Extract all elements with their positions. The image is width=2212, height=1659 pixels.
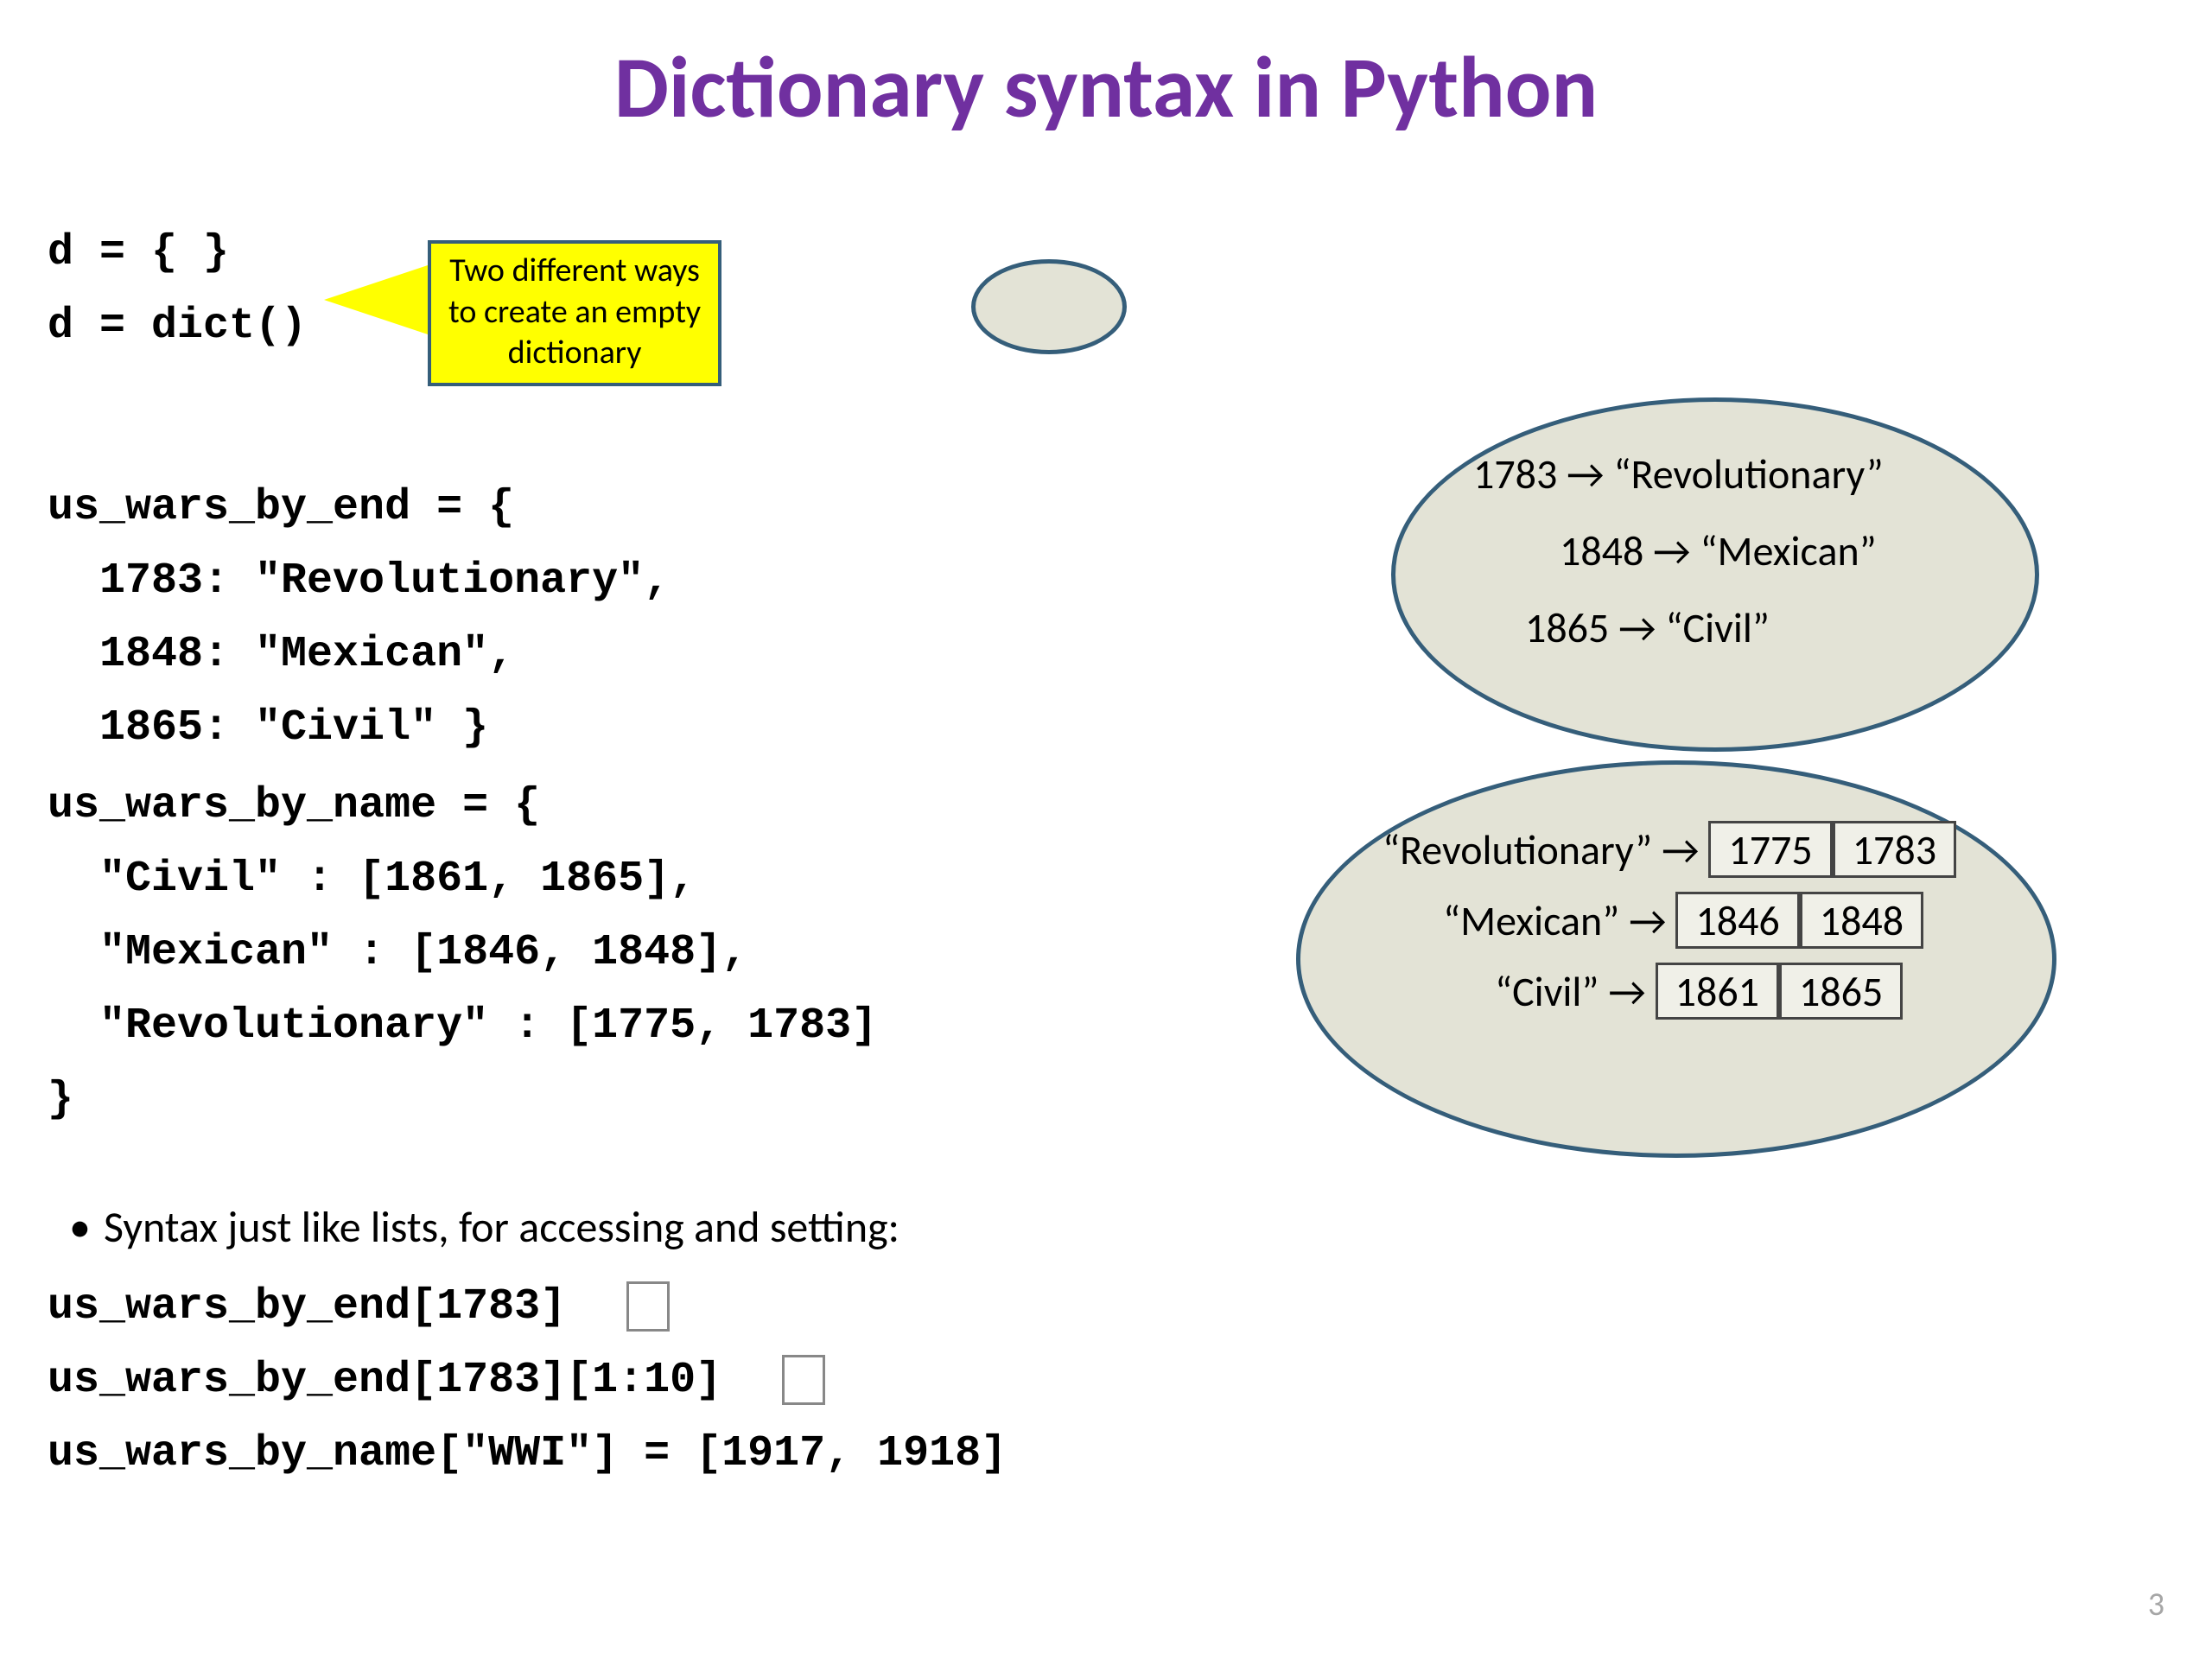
thought-bubble-small [971, 259, 1127, 354]
thought-row: 1865 → “Civil” [1473, 590, 1884, 667]
code-line: us_wars_by_name["WWI"] = [1917, 1918] [48, 1417, 1007, 1491]
list-cell: 1848 [1800, 892, 1923, 949]
code-line: us_wars_by_end[1783] [48, 1270, 1007, 1344]
code-line: 1865: "Civil" } [48, 691, 670, 765]
thought-row: “Revolutionary” → 17751783 [1382, 821, 1956, 878]
thought-bubble-by-end: 1783 → “Revolutionary” 1848 → “Mexican” … [1391, 397, 2039, 752]
callout-line: dictionary [448, 333, 701, 374]
callout-line: to create an empty [448, 292, 701, 334]
thought-row: “Mexican” → 18461848 [1382, 892, 1956, 949]
list-cell: 1775 [1708, 821, 1832, 878]
slide-title: Dictionary syntax in Python [0, 35, 2212, 140]
code-by-name: us_wars_by_name = { "Civil" : [1861, 186… [48, 769, 877, 1136]
callout-line: Two different ways [448, 251, 701, 292]
code-by-end: us_wars_by_end = { 1783: "Revolutionary"… [48, 471, 670, 765]
thought-row: “Civil” → 18611865 [1382, 963, 1956, 1020]
code-line: us_wars_by_end[1783][1:10] [48, 1344, 1007, 1417]
code-line: d = { } [48, 216, 307, 289]
thought-row: 1848 → “Mexican” [1473, 513, 1884, 590]
list-cell: 1861 [1656, 963, 1779, 1020]
callout-arrow-icon [324, 265, 428, 334]
list-cell: 1865 [1779, 963, 1903, 1020]
code-line: d = dict() [48, 289, 307, 363]
result-placeholder-icon [782, 1355, 825, 1405]
code-line: us_wars_by_name = { [48, 769, 877, 842]
code-access: us_wars_by_end[1783] us_wars_by_end[1783… [48, 1270, 1007, 1491]
code-line: } [48, 1063, 877, 1136]
result-placeholder-icon [626, 1281, 670, 1332]
bullet-text: •Syntax just like lists, for accessing a… [69, 1201, 899, 1254]
thought-row-label: “Revolutionary” → [1382, 824, 1708, 875]
code-empty-dict: d = { } d = dict() [48, 216, 307, 363]
list-cell: 1846 [1675, 892, 1799, 949]
code-line: us_wars_by_end = { [48, 471, 670, 544]
list-cell: 1783 [1833, 821, 1956, 878]
thought-row: 1783 → “Revolutionary” [1473, 436, 1884, 513]
callout-box: Two different ways to create an empty di… [428, 240, 721, 386]
code-line: "Mexican" : [1846, 1848], [48, 916, 877, 989]
thought-row-label: “Civil” → [1495, 966, 1656, 1017]
code-line: "Revolutionary" : [1775, 1783] [48, 989, 877, 1063]
code-line: 1848: "Mexican", [48, 618, 670, 691]
page-number: 3 [2148, 1585, 2164, 1624]
code-line: "Civil" : [1861, 1865], [48, 842, 877, 916]
code-line: 1783: "Revolutionary", [48, 544, 670, 618]
thought-row-label: “Mexican” → [1443, 895, 1675, 946]
thought-bubble-by-name: “Revolutionary” → 17751783 “Mexican” → 18… [1296, 760, 2056, 1158]
